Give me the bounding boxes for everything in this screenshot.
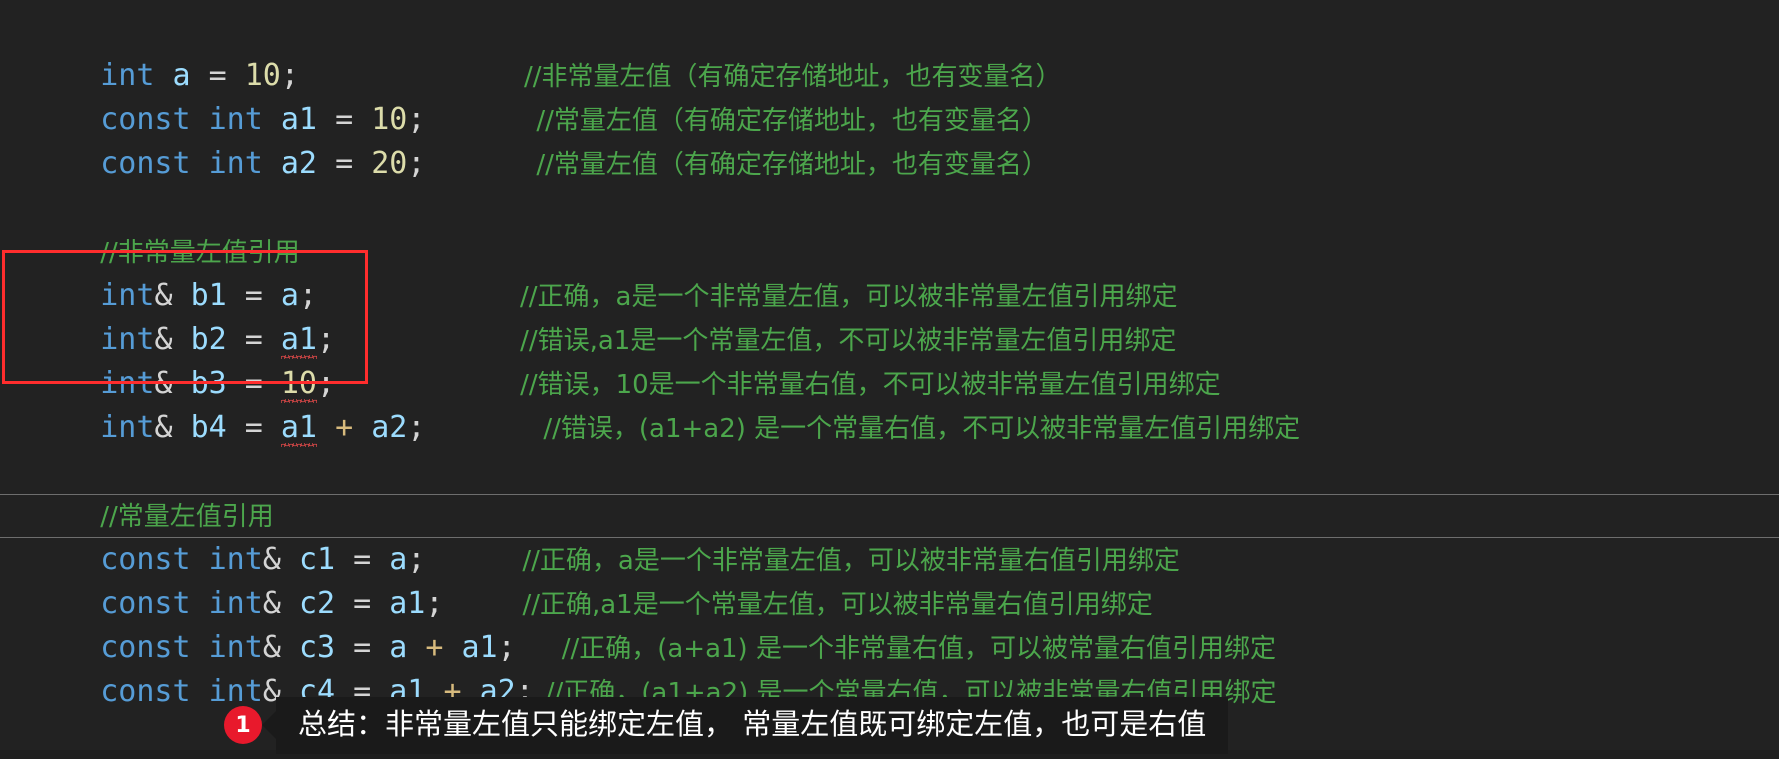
code-line-b2[interactable]: int& b2 = a1;//错误,a1是一个常量左值，不可以被非常量左值引用绑… [0, 274, 1779, 359]
code-line-b3[interactable]: int& b3 = 10;//错误，10是一个非常量右值，不可以被非常量左值引用… [0, 318, 1779, 403]
code-line-section-nonconst[interactable]: //非常量左值引用 [0, 186, 1779, 268]
code-line-c3[interactable]: const int& c3 = a + a1;//正确，(a+a1) 是一个非常… [0, 582, 1779, 665]
code-text-b4: int& b4 = a1 + a2; [100, 406, 425, 450]
callout-badge: 1 [224, 706, 262, 745]
error-squiggle-b4: a1 [280, 406, 318, 450]
code-line-b4[interactable]: int& b4 = a1 + a2; //错误，(a1+a2) 是一个常量右值，不… [0, 362, 1779, 447]
code-editor[interactable]: int a = 10;//非常量左值（有确定存储地址，也有变量名） const … [0, 0, 1779, 754]
code-line-c4[interactable]: const int& c4 = a1 + a2;//正确，(a1+a2) 是一个… [0, 626, 1779, 709]
code-line-a1[interactable]: const int a1 = 10;//常量左值（有确定存储地址，也有变量名） [0, 54, 1779, 137]
callout-arrow-icon [262, 711, 276, 740]
code-line-b1[interactable]: int& b1 = a;//正确，a是一个非常量左值，可以被非常量左值引用绑定 [0, 230, 1779, 313]
code-line-a[interactable]: int a = 10;//非常量左值（有确定存储地址，也有变量名） [0, 10, 1779, 93]
code-line-a2[interactable]: const int a2 = 20; //常量左值（有确定存储地址，也有变量名） [0, 98, 1779, 181]
summary-callout: 1 总结：非常量左值只能绑定左值， 常量左值既可绑定左值，也可是右值 [224, 697, 1229, 754]
comment-b4: //错误，(a1+a2) 是一个常量右值，不可以被非常量左值引用绑定 [543, 414, 1301, 444]
comment-a2: //常量左值（有确定存储地址，也有变量名） [536, 150, 1048, 180]
code-line-c2[interactable]: const int& c2 = a1;//正确,a1是一个常量左值，可以被非常量… [0, 538, 1779, 621]
callout-text: 总结：非常量左值只能绑定左值， 常量左值既可绑定左值，也可是右值 [276, 697, 1229, 754]
code-text-a2: const int a2 = 20; [100, 146, 426, 181]
code-line-section-const[interactable]: //常量左值引用 [0, 450, 1779, 532]
code-line-c1[interactable]: const int& c1 = a;//正确，a是一个非常量左值，可以被非常量右… [0, 494, 1779, 577]
